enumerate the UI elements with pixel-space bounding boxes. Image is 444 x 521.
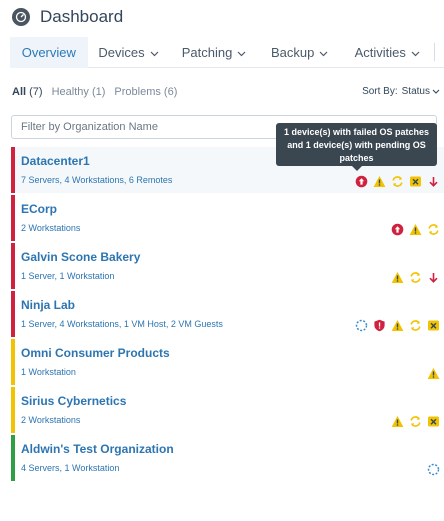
warning-icon[interactable]: [391, 319, 404, 332]
loading-spinner-icon[interactable]: [355, 319, 368, 332]
organization-row[interactable]: ECorp 2 Workstations: [11, 195, 444, 241]
status-indicator-bar: [11, 195, 15, 241]
tab-overview[interactable]: Overview: [10, 37, 88, 68]
status-indicator-bar: [11, 147, 15, 193]
tooltip-line: and 1 device(s) with pending OS: [287, 140, 426, 150]
status-indicator-bar: [11, 387, 15, 433]
filter-count: (6): [163, 86, 178, 98]
backup-failed-icon[interactable]: [427, 415, 440, 428]
filter-label: All: [12, 86, 27, 98]
filter-label: Healthy: [51, 86, 89, 98]
device-summary[interactable]: 7 Servers, 4 Workstations, 6 Remotes: [21, 175, 172, 185]
pending-sync-icon[interactable]: [427, 223, 440, 236]
device-summary[interactable]: 1 Server, 1 Workstation: [21, 271, 114, 281]
device-summary[interactable]: 2 Workstations: [21, 223, 80, 233]
shield-alert-icon[interactable]: [373, 319, 386, 332]
status-icons: [427, 366, 440, 380]
warning-icon[interactable]: [391, 415, 404, 428]
status-indicator-bar: [11, 435, 15, 481]
page-header: Dashboard: [12, 5, 123, 29]
sort-control: Sort By: Status: [362, 86, 440, 97]
status-indicator-bar: [11, 291, 15, 337]
failed-patch-icon[interactable]: [391, 223, 404, 236]
organization-name[interactable]: Omni Consumer Products: [21, 346, 170, 360]
arrow-down-icon[interactable]: [427, 175, 440, 188]
status-icons: [391, 270, 440, 284]
warning-icon[interactable]: [427, 367, 440, 380]
warning-icon[interactable]: [373, 175, 386, 188]
tab-label: Patching: [181, 45, 233, 60]
filter-label: Problems: [114, 86, 161, 98]
chevron-down-icon: [319, 45, 328, 60]
filter-count: (1): [91, 86, 106, 98]
warning-icon[interactable]: [391, 271, 404, 284]
backup-failed-icon[interactable]: [427, 319, 440, 332]
tab-label: Backup: [270, 45, 315, 60]
tab-patching[interactable]: Patching: [169, 37, 259, 68]
tab-label: Activities: [354, 45, 406, 60]
filter-healthy[interactable]: Healthy (1): [52, 86, 106, 98]
organization-row[interactable]: Galvin Scone Bakery 1 Server, 1 Workstati…: [11, 243, 444, 289]
gauge-icon: [12, 8, 30, 26]
organization-row[interactable]: Ninja Lab 1 Server, 4 Workstations, 1 VM …: [11, 291, 444, 337]
tab-label: Devices: [98, 45, 145, 60]
tab-backup[interactable]: Backup: [259, 37, 341, 68]
status-icons: [391, 222, 440, 236]
status-icons: [427, 462, 440, 476]
sort-value: Status: [401, 86, 430, 97]
organization-name[interactable]: ECorp: [21, 202, 57, 216]
backup-failed-icon[interactable]: [409, 175, 422, 188]
filter-all[interactable]: All (7): [12, 86, 43, 98]
chevron-down-icon: [411, 45, 420, 60]
chevron-down-icon: [237, 45, 246, 60]
pending-sync-icon[interactable]: [409, 415, 422, 428]
status-icons: [355, 318, 440, 332]
device-summary[interactable]: 1 Server, 4 Workstations, 1 VM Host, 2 V…: [21, 319, 223, 329]
status-indicator-bar: [11, 243, 15, 289]
pending-sync-icon[interactable]: [391, 175, 404, 188]
tooltip-line: 1 device(s) with failed OS patches: [283, 127, 430, 137]
tab-overflow-divider: [434, 43, 444, 61]
tab-label: Overview: [21, 45, 76, 60]
device-summary[interactable]: 1 Workstation: [21, 367, 76, 377]
filter-problems[interactable]: Problems (6): [114, 86, 177, 98]
organization-row[interactable]: Aldwin's Test Organization 4 Servers, 1 W…: [11, 435, 444, 481]
device-summary[interactable]: 4 Servers, 1 Workstation: [21, 463, 119, 473]
device-summary[interactable]: 2 Workstations: [21, 415, 80, 425]
patch-status-tooltip: 1 device(s) with failed OS patches and 1…: [276, 123, 437, 171]
status-indicator-bar: [11, 339, 15, 385]
organization-row[interactable]: Sirius Cybernetics 2 Workstations: [11, 387, 444, 433]
filter-count: (7): [29, 86, 43, 98]
organization-name[interactable]: Aldwin's Test Organization: [21, 442, 174, 456]
tooltip-arrow: [352, 166, 362, 171]
sort-select[interactable]: Status: [402, 86, 440, 97]
chevron-down-icon: [432, 86, 440, 97]
tooltip-line: patches: [339, 153, 374, 163]
tab-activities[interactable]: Activities: [340, 37, 434, 68]
status-icons: [391, 414, 440, 428]
status-filter-group: All (7) Healthy (1) Problems (6): [12, 86, 177, 98]
status-icons: [355, 174, 440, 188]
organization-name[interactable]: Sirius Cybernetics: [21, 394, 126, 408]
organization-name[interactable]: Ninja Lab: [21, 298, 75, 312]
sort-label: Sort By:: [362, 86, 398, 97]
pending-sync-icon[interactable]: [409, 271, 422, 284]
chevron-down-icon: [150, 45, 159, 60]
organization-name[interactable]: Datacenter1: [21, 154, 90, 168]
tab-devices[interactable]: Devices: [88, 37, 170, 68]
organization-name[interactable]: Galvin Scone Bakery: [21, 250, 140, 264]
arrow-down-icon[interactable]: [427, 271, 440, 284]
warning-icon[interactable]: [409, 223, 422, 236]
pending-sync-icon[interactable]: [409, 319, 422, 332]
organization-row[interactable]: Omni Consumer Products 1 Workstation: [11, 339, 444, 385]
tab-bar: Overview Devices Patching Backup Activit…: [10, 37, 444, 68]
loading-spinner-icon[interactable]: [427, 463, 440, 476]
failed-patch-icon[interactable]: [355, 175, 368, 188]
page-title: Dashboard: [40, 7, 124, 26]
